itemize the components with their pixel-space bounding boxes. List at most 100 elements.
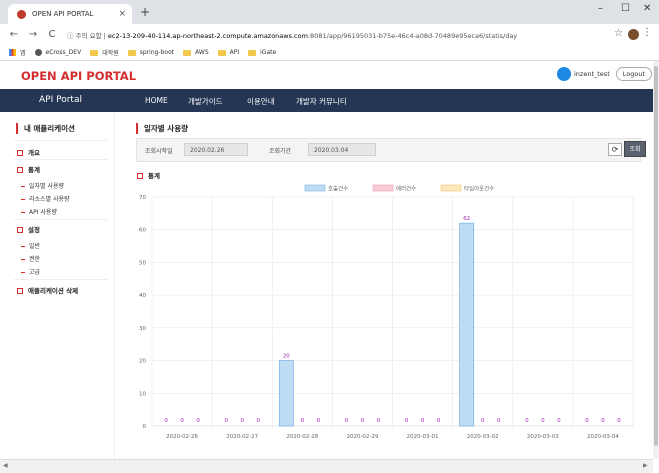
maximize-button[interactable]: ☐ [621,3,630,14]
x-tick-label: 2020-02-27 [226,434,258,440]
sidebar-item-api-usage[interactable]: API 사용량 [21,207,57,216]
tab-close-icon[interactable]: × [118,9,126,19]
sidebar-item-resource-usage[interactable]: 리소스별 사용량 [21,194,70,203]
y-tick-label: 20 [139,359,146,365]
sidebar-item-stats[interactable]: 통계 [17,164,40,174]
legend-swatch [372,184,394,192]
sidebar-item-daily-usage[interactable]: 일자별 사용량 [21,181,64,190]
scroll-right-icon[interactable]: ▶ [643,462,648,469]
apps-grid-icon [9,49,16,56]
y-tick-label: 0 [143,424,147,430]
bookmark-label: 대학원 [102,50,119,57]
forward-icon[interactable]: → [28,29,38,40]
x-tick-label: 2020-03-02 [467,434,499,440]
bookmark-label: API [229,49,240,56]
portal-title[interactable]: API Portal [39,95,82,105]
legend-label: 타임아웃건수 [464,185,494,193]
bookmark-folder[interactable]: API [217,49,240,56]
data-label: 0 [497,418,501,424]
security-status[interactable]: ⓘ 주의 요함 [67,32,102,40]
sidebar-item-general[interactable]: 일반 [21,241,40,250]
legend-label: 에러건수 [396,185,416,193]
refresh-button[interactable]: ⟳ [608,143,622,156]
globe-icon [34,49,42,56]
data-label: 0 [617,418,621,424]
url-field[interactable]: ⓘ 주의 요함 | ec2-13-209-40-114.ap-northeast… [67,30,517,40]
logout-button[interactable]: Logout [615,67,653,81]
browser-tabstrip: OPEN API PORTAL × + – ☐ ✕ [0,0,659,24]
data-label: 0 [585,418,589,424]
y-tick-label: 10 [139,391,146,397]
y-tick-label: 40 [139,293,146,299]
data-label: 20 [283,354,290,360]
scroll-left-icon[interactable]: ◀ [3,462,8,469]
folder-icon [127,49,136,56]
y-tick-label: 60 [139,228,146,234]
bookmark-label: spring-boot [139,49,175,56]
browser-tab[interactable]: OPEN API PORTAL × [8,4,132,24]
close-window-button[interactable]: ✕ [643,3,651,14]
user-icon [557,67,571,81]
folder-icon [183,49,192,56]
bookmark-apps[interactable]: 앱 [9,48,26,57]
start-date-input[interactable]: 2020.02.26 [184,143,248,156]
reload-icon[interactable]: C [47,29,57,40]
back-icon[interactable]: ← [9,29,19,40]
sidebar-item-delete-app[interactable]: 애플리케이션 삭제 [17,285,78,295]
y-tick-label: 30 [139,326,146,332]
bookmark-star-icon[interactable]: ☆ [614,28,623,39]
search-button[interactable]: 조회 [624,141,646,157]
data-label: 0 [345,418,349,424]
data-label: 0 [196,418,200,424]
data-label: 0 [481,418,485,424]
bookmark-label: iGate [260,49,277,56]
sidebar-item-settings[interactable]: 설정 [17,224,40,234]
bookmark-folder[interactable]: 대학원 [90,48,119,57]
bookmark-folder[interactable]: AWS [183,49,209,56]
folder-icon [90,49,99,56]
data-label: 0 [224,418,228,424]
main-content: 일자별 사용량 조회시작일 2020.02.26 조회기간 2020.03.04… [115,112,653,459]
bookmark-label: 앱 [20,50,26,57]
url-host: ec2-13-209-40-114.ap-northeast-2.compute… [107,31,308,40]
data-label: 0 [377,418,381,424]
browser-menu-icon[interactable]: ⋮ [642,27,652,38]
vertical-scroll-thumb[interactable] [654,66,658,446]
url-path: :8081/app/96195031-b75e-46c4-a08d-70489e… [307,31,518,40]
legend-swatch [440,184,462,192]
sidebar-item-overview[interactable]: 개요 [17,147,40,157]
divider [14,159,108,160]
data-label: 0 [164,418,168,424]
bookmark-label: AWS [195,49,209,56]
bookmark-folder[interactable]: spring-boot [127,49,175,56]
data-label: 0 [601,418,605,424]
sidebar-item-permission[interactable]: 권한 [21,254,40,263]
data-label: 62 [463,216,470,222]
sidebar-title: 내 애플리케이션 [16,123,75,134]
profile-avatar[interactable] [628,29,639,40]
minimize-button[interactable]: – [598,3,603,14]
nav-dev-community[interactable]: 개발자 커뮤니티 [296,96,347,107]
bookmark-folder[interactable]: iGate [248,49,276,56]
data-label: 0 [437,418,441,424]
nav-home[interactable]: HOME [145,96,168,105]
top-navigation: API Portal HOME 개발가이드 이용안내 개발자 커뮤니티 [0,89,653,112]
folder-icon [248,49,257,56]
data-label: 0 [361,418,365,424]
nav-usage-guide[interactable]: 이용안내 [247,96,275,107]
data-label: 0 [301,418,305,424]
folder-icon [217,49,226,56]
horizontal-scrollbar[interactable]: ◀ ▶ [0,459,653,473]
y-tick-label: 50 [139,260,146,266]
x-tick-label: 2020-02-29 [346,434,378,440]
app-header: OPEN API PORTAL inzent_test Logout [0,61,659,90]
bookmark-ecross[interactable]: eCross_DEV [34,49,81,56]
bar [459,222,475,427]
new-tab-button[interactable]: + [140,5,150,19]
brand-logo[interactable]: OPEN API PORTAL [21,69,136,83]
legend-label: 호출건수 [328,185,348,193]
data-label: 0 [421,418,425,424]
sidebar-item-advanced[interactable]: 고급 [21,267,40,276]
nav-dev-guide[interactable]: 개발가이드 [188,96,223,107]
end-date-input[interactable]: 2020.03.04 [308,143,376,156]
